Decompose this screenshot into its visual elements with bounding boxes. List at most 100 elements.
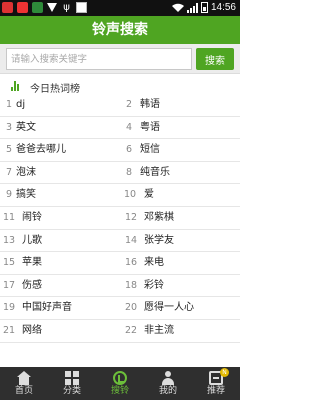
nav-recommend[interactable]: N 推荐 bbox=[192, 367, 240, 400]
hot-word-item[interactable]: 20 愿得一人心 bbox=[120, 297, 238, 319]
hot-word-item[interactable]: 21 网络 bbox=[0, 320, 118, 342]
hot-word-item[interactable]: 15 苹果 bbox=[0, 252, 118, 274]
hot-word-keyword: 伤感 bbox=[22, 279, 42, 291]
hot-word-item[interactable]: 16 来电 bbox=[120, 252, 238, 274]
rank-number: 5 bbox=[5, 144, 13, 156]
hot-word-keyword: 爸爸去哪儿 bbox=[16, 144, 66, 156]
rank-number: 15 bbox=[2, 257, 16, 269]
hot-word-keyword: 英文 bbox=[16, 121, 36, 133]
hot-word-keyword: 张学友 bbox=[144, 234, 174, 246]
rank-number: 10 bbox=[124, 189, 137, 201]
hot-word-keyword: 泡沫 bbox=[16, 166, 36, 178]
search-button[interactable]: 搜索 bbox=[196, 48, 234, 70]
rank-number: 18 bbox=[124, 279, 138, 291]
rank-number: 3 bbox=[5, 121, 13, 133]
hot-word-keyword: 愿得一人心 bbox=[144, 302, 194, 314]
hot-word-keyword: 彩铃 bbox=[144, 279, 164, 291]
bar-chart-icon bbox=[11, 81, 19, 91]
hot-word-keyword: 韩语 bbox=[140, 99, 160, 110]
usb-icon: ψ bbox=[63, 2, 70, 13]
hot-word-keyword: dj bbox=[16, 99, 26, 110]
hot-word-item[interactable]: 9 搞笑 bbox=[0, 184, 118, 206]
hot-word-item[interactable]: 22 非主流 bbox=[120, 320, 238, 342]
battery-icon bbox=[200, 2, 208, 13]
mail-icon bbox=[76, 2, 87, 13]
search-input[interactable] bbox=[6, 48, 192, 70]
hot-word-item[interactable]: 13 儿歌 bbox=[0, 230, 118, 252]
list-row: 19 中国好声音 20 愿得一人心 bbox=[0, 297, 240, 320]
list-row: 11 闹铃 12 邓紫棋 bbox=[0, 207, 240, 230]
bottom-navigation: 首页 分类 搜铃 我的 N 推荐 bbox=[0, 367, 240, 400]
list-row: 17 伤感 18 彩铃 bbox=[0, 275, 240, 298]
hot-word-item[interactable]: 1 dj bbox=[0, 94, 118, 116]
app-notification-icon bbox=[17, 2, 28, 13]
rank-number: 6 bbox=[125, 144, 133, 156]
nav-label: 搜铃 bbox=[110, 386, 129, 396]
hot-word-item[interactable]: 2 韩语 bbox=[120, 94, 238, 116]
list-row: 3 英文 4 粤语 bbox=[0, 117, 240, 140]
rank-number: 14 bbox=[124, 234, 138, 246]
hot-word-item[interactable]: 8 纯音乐 bbox=[120, 162, 238, 184]
rank-number: 7 bbox=[5, 166, 13, 178]
rank-number: 21 bbox=[2, 324, 16, 336]
hot-words-list: 1 dj 2 韩语 3 英文 4 粤语 5 爸爸去哪儿 6 短信 7 泡沫 8 … bbox=[0, 94, 240, 343]
list-row: 5 爸爸去哪儿 6 短信 bbox=[0, 139, 240, 162]
hot-word-item[interactable]: 14 张学友 bbox=[120, 230, 238, 252]
hot-word-item[interactable]: 19 中国好声音 bbox=[0, 297, 118, 319]
list-row: 1 dj 2 韩语 bbox=[0, 94, 240, 117]
signal-icon bbox=[186, 2, 198, 13]
rank-number: 11 bbox=[2, 211, 16, 223]
hot-word-keyword: 邓紫棋 bbox=[144, 211, 174, 223]
rank-number: 8 bbox=[125, 166, 133, 178]
page-title: 铃声搜索 bbox=[0, 16, 240, 44]
list-row: 13 儿歌 14 张学友 bbox=[0, 230, 240, 253]
hot-word-keyword: 来电 bbox=[144, 257, 164, 269]
wifi-icon bbox=[171, 3, 184, 12]
rank-number: 20 bbox=[124, 302, 138, 314]
nav-label: 首页 bbox=[14, 386, 33, 396]
hot-word-item[interactable]: 5 爸爸去哪儿 bbox=[0, 139, 118, 161]
hot-word-item[interactable]: 7 泡沫 bbox=[0, 162, 118, 184]
app-notification-icon bbox=[32, 2, 43, 13]
rank-number: 17 bbox=[2, 279, 16, 291]
nav-mine[interactable]: 我的 bbox=[144, 367, 192, 400]
hot-word-keyword: 闹铃 bbox=[22, 211, 42, 223]
hot-word-item[interactable]: 3 英文 bbox=[0, 117, 118, 139]
new-badge: N bbox=[220, 368, 229, 377]
nav-label: 我的 bbox=[158, 386, 177, 396]
nav-search-ringtone[interactable]: 搜铃 bbox=[96, 367, 144, 400]
notification-icons: ψ bbox=[2, 2, 87, 13]
rank-number: 22 bbox=[124, 324, 138, 336]
list-row: 9 搞笑 10 爱 bbox=[0, 184, 240, 207]
nav-label: 分类 bbox=[62, 386, 81, 396]
grid-icon bbox=[65, 371, 79, 385]
hot-word-keyword: 中国好声音 bbox=[22, 302, 72, 314]
app-notification-icon bbox=[2, 2, 13, 13]
nav-home[interactable]: 首页 bbox=[0, 367, 48, 400]
rank-number: 13 bbox=[2, 234, 16, 246]
rank-number: 12 bbox=[124, 211, 138, 223]
hot-words-title: 今日热词榜 bbox=[30, 84, 80, 95]
user-icon bbox=[161, 371, 175, 385]
hot-word-item[interactable]: 17 伤感 bbox=[0, 275, 118, 297]
list-row: 7 泡沫 8 纯音乐 bbox=[0, 162, 240, 185]
hot-word-item[interactable]: 4 粤语 bbox=[120, 117, 238, 139]
rank-number: 4 bbox=[125, 121, 133, 133]
list-row: 15 苹果 16 来电 bbox=[0, 252, 240, 275]
hot-word-item[interactable]: 12 邓紫棋 bbox=[120, 207, 238, 229]
nav-category[interactable]: 分类 bbox=[48, 367, 96, 400]
hot-word-item[interactable]: 18 彩铃 bbox=[120, 275, 238, 297]
hot-word-keyword: 纯音乐 bbox=[140, 166, 170, 178]
ringtone-search-icon bbox=[113, 371, 127, 385]
hot-word-keyword: 儿歌 bbox=[22, 234, 42, 246]
rank-number: 1 bbox=[5, 99, 13, 110]
rank-number: 16 bbox=[124, 257, 138, 269]
hot-word-keyword: 网络 bbox=[22, 324, 42, 336]
hot-word-item[interactable]: 11 闹铃 bbox=[0, 207, 118, 229]
hot-word-item[interactable]: 6 短信 bbox=[120, 139, 238, 161]
list-row: 21 网络 22 非主流 bbox=[0, 320, 240, 343]
rank-number: 9 bbox=[5, 189, 13, 201]
rank-number: 2 bbox=[125, 99, 133, 110]
hot-word-keyword: 苹果 bbox=[22, 257, 42, 269]
hot-word-item[interactable]: 10 爱 bbox=[120, 184, 238, 206]
